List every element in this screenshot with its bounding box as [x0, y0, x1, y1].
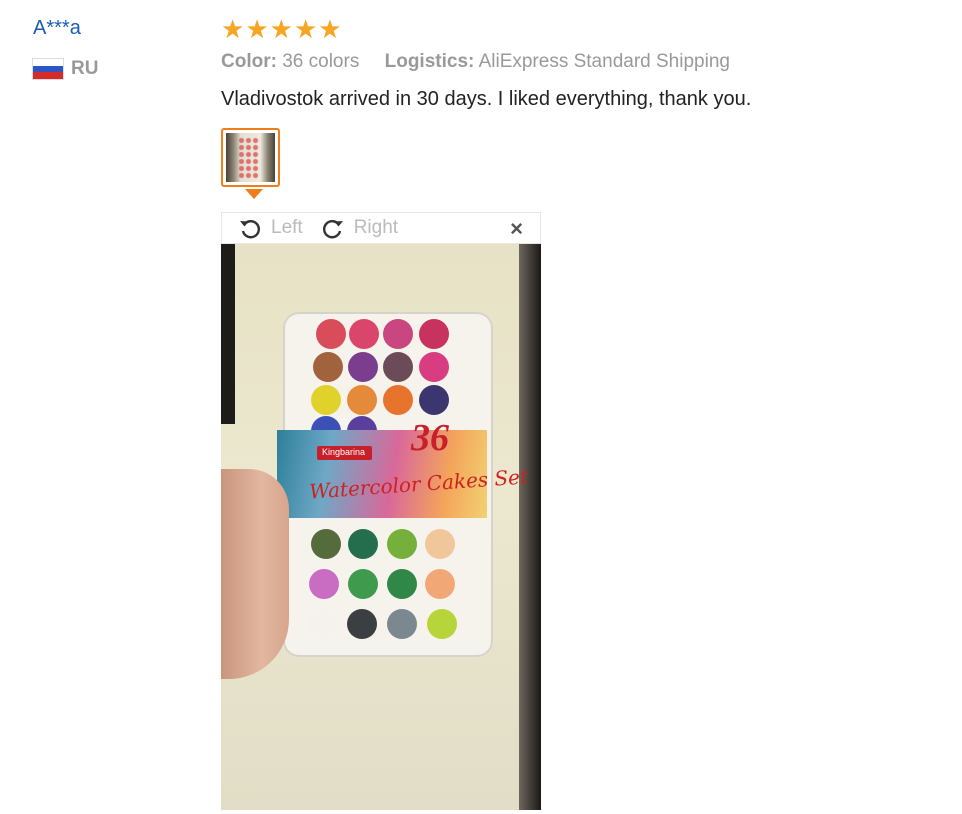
- photo-viewer-toolbar: Left Right ×: [221, 212, 541, 244]
- star-icon: ★: [293, 14, 318, 44]
- photo-viewer: Left Right × Kingbarina 36 Watercolor Ca…: [221, 212, 541, 810]
- thumbnail-image: [226, 133, 275, 182]
- star-icon: ★: [221, 14, 245, 44]
- star-rating: ★ ★ ★ ★ ★: [221, 16, 342, 42]
- hand-in-photo: [221, 469, 289, 679]
- rotate-left-button[interactable]: Left: [238, 216, 303, 240]
- country-code: RU: [71, 58, 99, 79]
- star-icon: ★: [245, 14, 269, 44]
- russia-flag-icon: [33, 59, 63, 80]
- logistics-attribute-label: Logistics:: [384, 51, 475, 72]
- rotate-right-icon: [322, 220, 343, 239]
- review-attributes: Color: 36 colors Logistics: AliExpress S…: [221, 51, 730, 73]
- band-brand: Kingbarina: [322, 447, 366, 457]
- review-photo-thumbnail[interactable]: [221, 128, 280, 187]
- review-text: Vladivostok arrived in 30 days. I liked …: [221, 88, 752, 110]
- color-attribute-value: 36 colors: [282, 51, 360, 72]
- band-count: 36: [411, 417, 449, 459]
- reviewer-country: RU: [33, 58, 98, 80]
- close-icon[interactable]: ×: [510, 217, 523, 241]
- thumbnail-selected-pointer: [245, 189, 263, 199]
- star-icon: ★: [318, 14, 342, 44]
- star-icon: ★: [269, 14, 293, 44]
- rotate-right-button[interactable]: Right: [321, 216, 398, 240]
- color-attribute-label: Color:: [221, 51, 277, 72]
- review-photo: Kingbarina 36 Watercolor Cakes Set: [221, 244, 541, 810]
- reviewer-name: A***a: [33, 17, 81, 39]
- logistics-attribute-value: AliExpress Standard Shipping: [478, 51, 730, 72]
- rotate-left-icon: [240, 220, 260, 239]
- rotate-left-label: Left: [271, 217, 303, 238]
- rotate-right-label: Right: [353, 217, 399, 238]
